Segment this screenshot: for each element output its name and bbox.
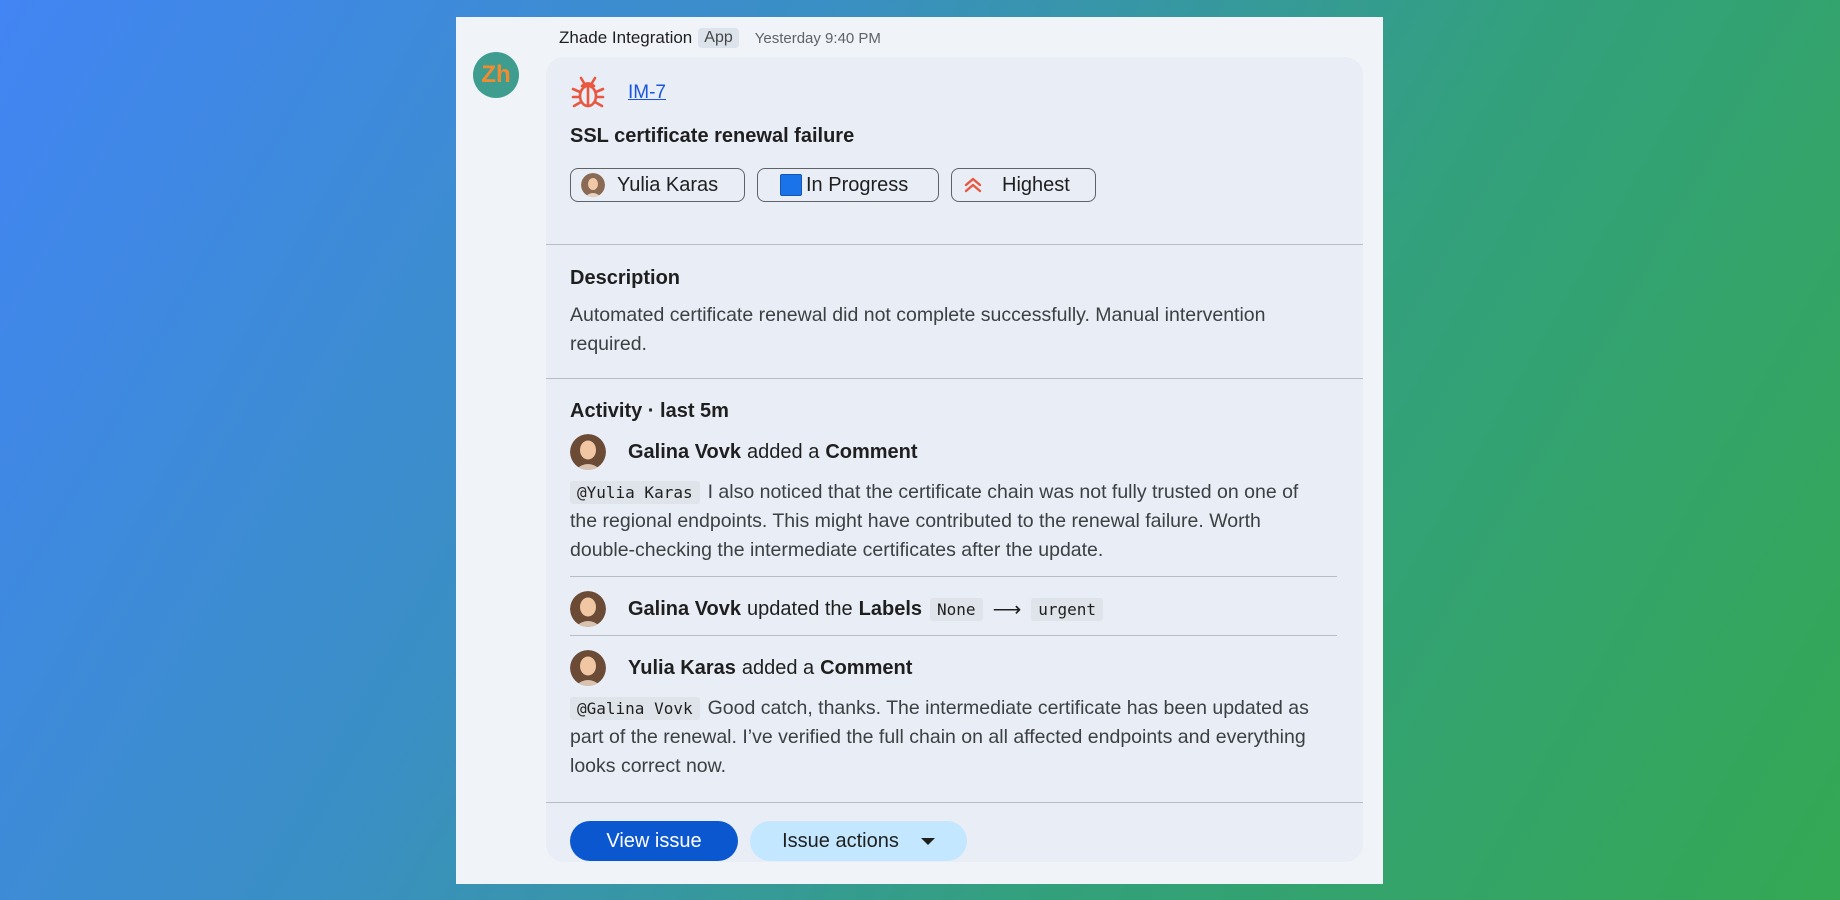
issue-summary-section: IM-7 SSL certificate renewal failure Yul… bbox=[546, 57, 1363, 245]
issue-card: IM-7 SSL certificate renewal failure Yul… bbox=[546, 57, 1363, 862]
user-avatar[interactable] bbox=[570, 591, 606, 627]
activity-verb: updated the bbox=[747, 597, 853, 620]
activity-author[interactable]: Galina Vovk bbox=[628, 441, 741, 464]
activity-object: Labels bbox=[858, 597, 923, 620]
status-square-icon bbox=[780, 174, 802, 196]
activity-section: Activity · last 5m Galina Vovk added a C… bbox=[546, 379, 1363, 803]
assignee-name: Yulia Karas bbox=[617, 173, 719, 196]
activity-object: Comment bbox=[820, 656, 913, 679]
app-badge: App bbox=[698, 28, 739, 48]
app-avatar[interactable]: Zh bbox=[473, 52, 519, 98]
activity-line: Yulia Karas added a Comment bbox=[570, 650, 1337, 686]
activity-author[interactable]: Galina Vovk bbox=[628, 598, 741, 621]
activity-item: Yulia Karas added a Comment @Galina Vovk… bbox=[570, 650, 1337, 781]
arrow-right-icon: ⟶ bbox=[992, 598, 1022, 621]
activity-object: Comment bbox=[825, 440, 918, 463]
activity-item: Galina Vovk added a Comment @Yulia Karas… bbox=[570, 434, 1337, 565]
issue-key-row: IM-7 bbox=[570, 75, 666, 111]
message-timestamp: Yesterday 9:40 PM bbox=[754, 29, 881, 47]
priority-chip[interactable]: Highest bbox=[951, 168, 1096, 202]
issue-title: SSL certificate renewal failure bbox=[570, 125, 855, 147]
mention-chip[interactable]: @Yulia Karas bbox=[570, 481, 700, 504]
activity-divider bbox=[570, 635, 1337, 636]
view-issue-label: View issue bbox=[606, 829, 702, 852]
view-issue-button[interactable]: View issue bbox=[570, 821, 738, 861]
activity-verb: added a bbox=[741, 656, 815, 679]
description-heading: Description bbox=[570, 267, 681, 289]
actions-section: View issue Issue actions bbox=[546, 803, 1363, 862]
caret-down-icon bbox=[920, 837, 935, 845]
chat-panel: Zh Zhade Integration App Yesterday 9:40 … bbox=[456, 17, 1383, 884]
status-chip[interactable]: In Progress bbox=[757, 168, 939, 202]
activity-author[interactable]: Yulia Karas bbox=[628, 657, 736, 680]
activity-item: Galina Vovk updated the Labels None ⟶ ur… bbox=[570, 591, 1337, 627]
bug-icon bbox=[571, 76, 605, 108]
user-avatar[interactable] bbox=[570, 650, 606, 686]
label-to-value: urgent bbox=[1031, 597, 1104, 621]
activity-verb: added a bbox=[747, 440, 820, 463]
message-header: Zhade Integration App Yesterday 9:40 PM bbox=[559, 25, 881, 51]
issue-actions-label: Issue actions bbox=[782, 829, 899, 852]
activity-heading: Activity · last 5m bbox=[570, 400, 729, 422]
description-section: Description Automated certificate renewa… bbox=[546, 245, 1363, 379]
user-avatar[interactable] bbox=[570, 434, 606, 470]
assignee-chip[interactable]: Yulia Karas bbox=[570, 168, 745, 202]
mention-chip[interactable]: @Galina Vovk bbox=[570, 697, 700, 720]
issue-actions-button[interactable]: Issue actions bbox=[750, 821, 967, 861]
label-from-value: None bbox=[930, 597, 983, 621]
activity-line: Galina Vovk added a Comment bbox=[570, 434, 1337, 470]
comment-body: @Galina Vovk Good catch, thanks. The inte… bbox=[570, 694, 1330, 781]
description-body: Automated certificate renewal did not co… bbox=[570, 304, 1266, 355]
issue-key-link[interactable]: IM-7 bbox=[628, 82, 666, 104]
user-avatar bbox=[581, 173, 605, 197]
activity-line: Galina Vovk updated the Labels None ⟶ ur… bbox=[570, 591, 1337, 627]
comment-body: @Yulia Karas I also noticed that the cert… bbox=[570, 478, 1330, 565]
activity-divider bbox=[570, 576, 1337, 577]
issue-chips: Yulia Karas In Progress Highest bbox=[570, 168, 1096, 202]
status-label: In Progress bbox=[806, 173, 909, 196]
sender-name[interactable]: Zhade Integration bbox=[559, 28, 692, 48]
priority-highest-icon bbox=[964, 177, 982, 193]
priority-label: Highest bbox=[1002, 173, 1070, 196]
